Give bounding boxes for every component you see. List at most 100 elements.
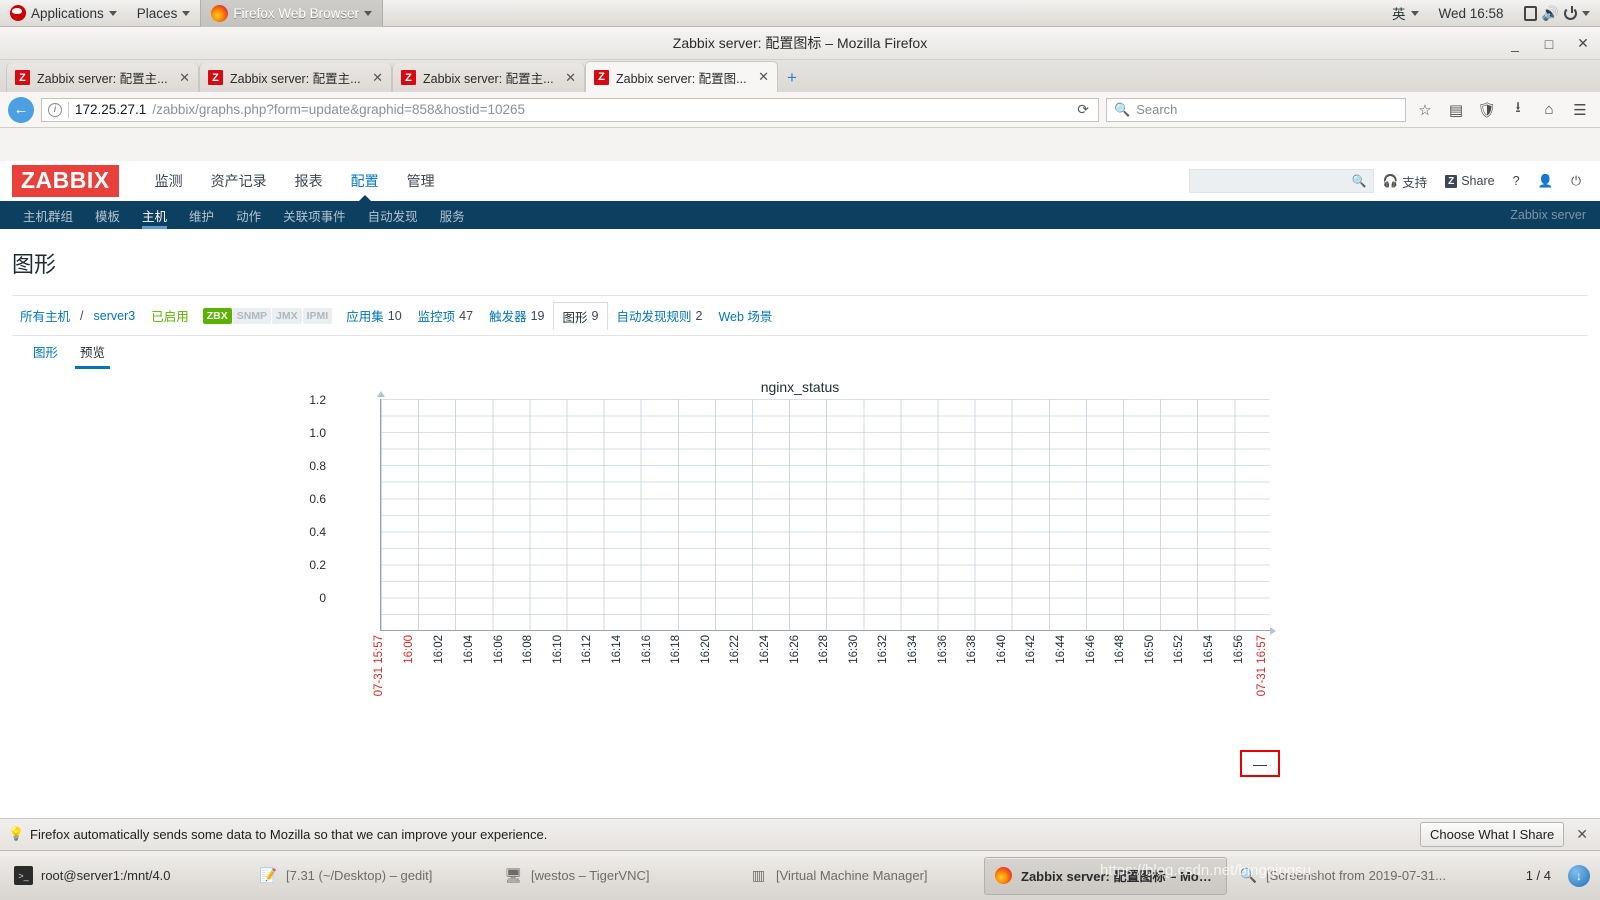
site-info-icon[interactable]: i (48, 102, 62, 117)
maximize-button[interactable]: □ (1540, 35, 1558, 53)
y-tick: 0.4 (309, 525, 326, 539)
menu-hamburger-icon[interactable]: ☰ (1568, 98, 1592, 122)
zabbix-favicon: Z (594, 69, 609, 85)
back-button[interactable]: ← (8, 96, 34, 123)
subnav-templates[interactable]: 模板 (84, 201, 131, 229)
breadcrumb-host[interactable]: server3 (86, 309, 144, 323)
system-tray[interactable]: 🔊 (1514, 0, 1600, 27)
x-tick: 16:14 (611, 635, 623, 664)
taskbar-item-tigervnc[interactable]: 🖥 [westos – TigerVNC] (494, 857, 737, 895)
places-menu-label: Places (136, 5, 178, 21)
breadcrumb-items[interactable]: 监控项 47 (410, 306, 481, 325)
tray-badge-icon[interactable]: ↓ (1568, 864, 1590, 887)
subnav-maintenance[interactable]: 维护 (178, 201, 225, 229)
browser-tab-1[interactable]: Z Zabbix server: 配置主... ✕ (6, 63, 199, 92)
tab-graph[interactable]: 图形 (22, 342, 69, 369)
applications-label: 应用集 (346, 310, 384, 324)
active-app-menu[interactable]: Firefox Web Browser (200, 0, 384, 27)
close-tab-icon[interactable]: ✕ (372, 70, 383, 86)
x-tick: 16:10 (552, 635, 564, 664)
minimize-button[interactable]: _ (1506, 35, 1524, 53)
zabbix-favicon: Z (401, 70, 416, 85)
reader-view-icon[interactable]: ▤ (1444, 98, 1468, 122)
breadcrumb-graphs[interactable]: 图形 9 (552, 302, 609, 330)
zabbix-page: ZABBIX 监测 资产记录 报表 配置 管理 🔍 🎧 支持 Z Share ?… (0, 161, 1600, 851)
search-bar[interactable]: 🔍 Search (1106, 97, 1406, 122)
breadcrumb-separator: / (80, 308, 84, 323)
places-menu[interactable]: Places (127, 0, 201, 27)
watermark: https://blog.csdn.net/bingqingsu... (1100, 862, 1324, 879)
host-status-badge[interactable]: 已启用 (143, 306, 197, 325)
browser-tab-2[interactable]: Z Zabbix server: 配置主... ✕ (199, 63, 392, 92)
nav-administration[interactable]: 管理 (393, 161, 449, 201)
close-tab-icon[interactable]: ✕ (179, 70, 190, 86)
vmm-icon: ▥ (751, 867, 766, 883)
search-icon[interactable]: 🔍 (1352, 174, 1367, 188)
subnav-host-groups[interactable]: 主机群组 (12, 201, 84, 229)
choose-what-i-share-button[interactable]: Choose What I Share (1419, 822, 1565, 847)
share-badge-icon: Z (1445, 174, 1458, 188)
help-link[interactable]: ? (1504, 174, 1529, 188)
home-icon[interactable]: ⌂ (1537, 98, 1561, 122)
graphs-label: 图形 (562, 310, 588, 325)
nav-monitoring[interactable]: 监测 (141, 161, 197, 201)
subnav-services[interactable]: 服务 (429, 201, 476, 229)
nav-configuration[interactable]: 配置 (337, 161, 393, 202)
zabbix-logo[interactable]: ZABBIX (12, 165, 119, 197)
nav-inventory[interactable]: 资产记录 (197, 161, 281, 201)
close-tab-icon[interactable]: ✕ (565, 70, 576, 86)
subnav-discovery[interactable]: 自动发现 (357, 201, 429, 229)
x-tick: 16:56 (1233, 635, 1245, 664)
subnav-event-correlation[interactable]: 关联项事件 (272, 201, 357, 229)
clock[interactable]: Wed 16:58 (1429, 0, 1514, 27)
x-tick: 16:06 (493, 635, 505, 664)
input-method-indicator[interactable]: 英 (1382, 0, 1429, 27)
tab-strip: Z Zabbix server: 配置主... ✕ Z Zabbix serve… (0, 60, 1600, 92)
new-tab-button[interactable]: + (778, 63, 806, 92)
panel-status-area: 英 Wed 16:58 🔊 (1382, 0, 1600, 27)
taskbar-item-virtual-machine-manager[interactable]: ▥ [Virtual Machine Manager] (739, 857, 982, 895)
close-notification-icon[interactable]: ✕ (1572, 826, 1592, 843)
pocket-icon[interactable]: 🛡 (1475, 98, 1499, 122)
power-icon (1564, 5, 1577, 20)
breadcrumb-triggers[interactable]: 触发器 19 (481, 306, 552, 325)
breadcrumb-all-hosts[interactable]: 所有主机 (12, 306, 78, 325)
browser-tab-4-active[interactable]: Z Zabbix server: 配置图... ✕ (585, 61, 778, 92)
nav-reports[interactable]: 报表 (281, 161, 337, 201)
url-bar[interactable]: i 172.25.27.1/zabbix/graphs.php?form=upd… (41, 97, 1099, 122)
x-tick: 16:44 (1055, 635, 1067, 664)
close-tab-icon[interactable]: ✕ (758, 69, 769, 85)
user-profile-icon[interactable]: 👤 (1529, 174, 1563, 189)
taskbar-item-gedit[interactable]: 📝 [7.31 (~/Desktop) – gedit] (249, 857, 492, 895)
subnav-hosts[interactable]: 主机 (131, 201, 178, 229)
zabbix-search-box[interactable]: 🔍 (1188, 169, 1374, 193)
support-link[interactable]: 🎧 支持 (1374, 172, 1437, 191)
x-tick: 07-31 15:57 (373, 635, 385, 697)
applications-menu[interactable]: Applications (0, 0, 127, 27)
gedit-icon: 📝 (259, 867, 278, 883)
subnav-actions[interactable]: 动作 (225, 201, 272, 229)
workspace-pager[interactable]: 1 / 4 ↓ (1519, 864, 1596, 887)
discovery-rules-count: 2 (695, 308, 703, 323)
reload-icon[interactable]: ⟳ (1077, 101, 1092, 118)
sign-out-icon[interactable]: ⏻ (1562, 174, 1590, 189)
x-tick: 16:08 (522, 635, 534, 664)
downloads-icon[interactable]: ⭳ (1506, 98, 1530, 122)
taskbar-item-terminal[interactable]: >_ root@server1:/mnt/4.0 (4, 857, 247, 895)
taskbar: >_ root@server1:/mnt/4.0 📝 [7.31 (~/Desk… (0, 850, 1600, 900)
zabbix-header: ZABBIX 监测 资产记录 报表 配置 管理 🔍 🎧 支持 Z Share ?… (0, 161, 1600, 202)
lightbulb-icon: 💡 (8, 826, 25, 841)
x-tick: 16:02 (433, 635, 445, 664)
tab-preview[interactable]: 预览 (69, 342, 116, 369)
x-tick: 16:38 (966, 635, 978, 664)
zabbix-search-input[interactable] (1195, 174, 1352, 188)
breadcrumb-applications[interactable]: 应用集 10 (338, 306, 409, 325)
close-button[interactable]: ✕ (1574, 35, 1592, 53)
bookmark-star-icon[interactable]: ☆ (1413, 98, 1437, 122)
browser-tab-3[interactable]: Z Zabbix server: 配置主... ✕ (392, 63, 585, 92)
breadcrumb-discovery-rules[interactable]: 自动发现规则 2 (608, 306, 710, 325)
share-link[interactable]: Z Share (1436, 174, 1503, 188)
breadcrumb-web-scenarios[interactable]: Web 场景 (710, 306, 780, 325)
x-tick: 16:36 (937, 635, 949, 664)
x-tick: 16:00 (403, 635, 415, 664)
